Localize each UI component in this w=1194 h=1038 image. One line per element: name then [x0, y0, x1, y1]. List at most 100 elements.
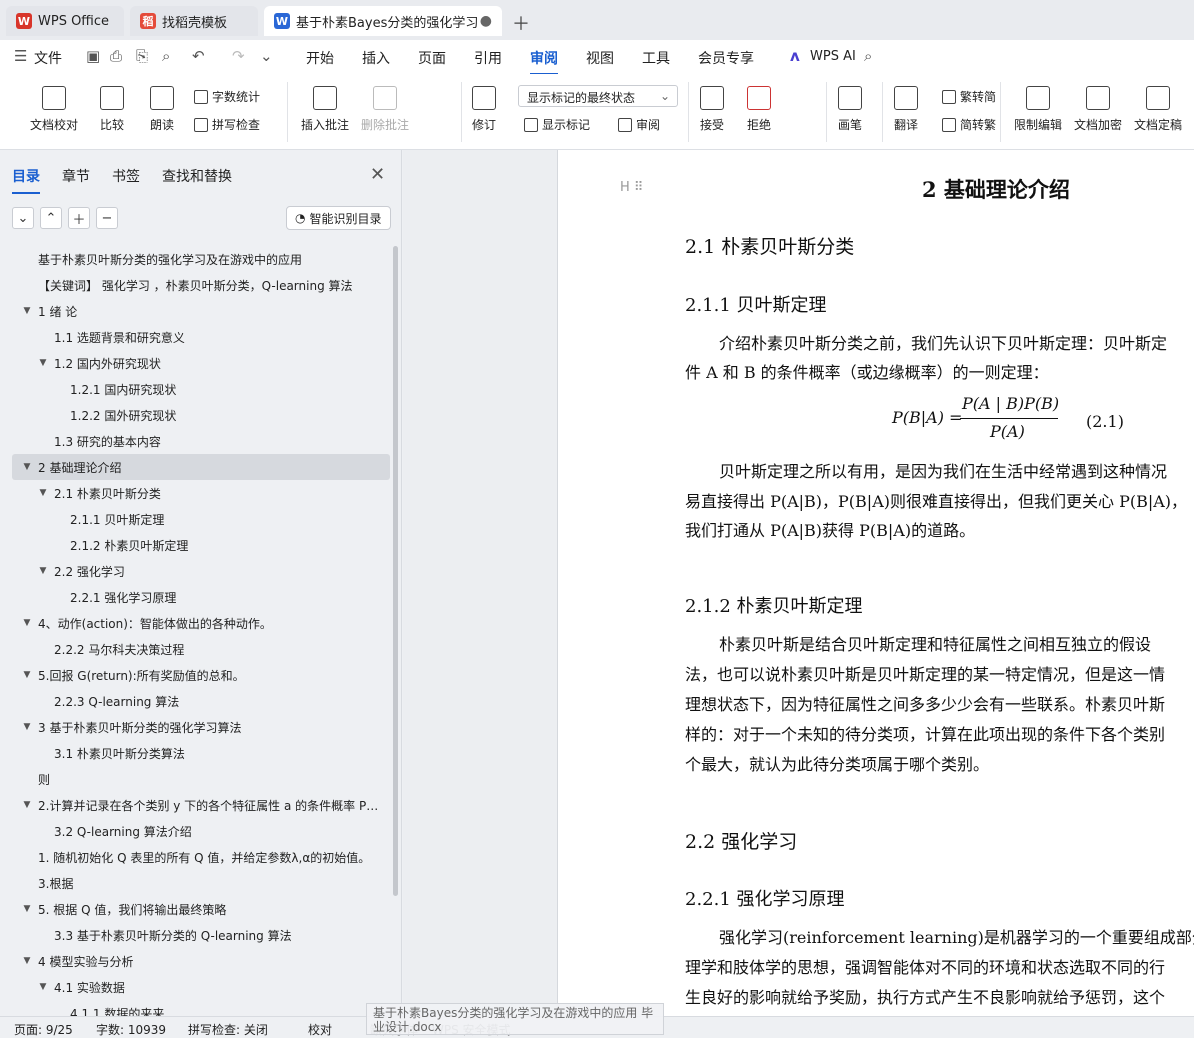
menu-reference[interactable]: 引用 — [474, 48, 502, 68]
toc-item[interactable]: 1. 随机初始化 Q 表里的所有 Q 值，并给定参数λ,α的初始值。 — [12, 844, 390, 870]
toc-item[interactable]: ▼ 4 模型实验与分析 — [12, 948, 390, 974]
tab-docer-templates[interactable]: 稻 找稻壳模板 — [130, 6, 258, 36]
restrict-edit-button[interactable]: 限制编辑 — [1014, 86, 1062, 133]
toc-item[interactable]: 2.2.3 Q-learning 算法 — [12, 688, 390, 714]
track-changes-button[interactable]: 修订 — [472, 86, 496, 133]
expand-triangle-icon[interactable]: ▼ — [36, 982, 50, 992]
proof-status[interactable]: 校对 — [308, 1021, 332, 1038]
toc-item[interactable]: 2.2.2 马尔科夫决策过程 — [12, 636, 390, 662]
expand-triangle-icon[interactable]: ▼ — [20, 618, 34, 628]
toc-item[interactable]: 3.根据 — [12, 870, 390, 896]
markup-state-dropdown[interactable]: 显示标记的最终状态 ⌄ — [518, 85, 678, 107]
toc-item[interactable]: ▼ 4、动作(action)：智能体做出的各种动作。 — [12, 610, 390, 636]
menu-file[interactable]: 文件 — [34, 48, 62, 68]
trad-to-simp-button[interactable]: 繁转简 — [942, 88, 996, 105]
toc-item[interactable]: ▼ 2.计算并记录在各个类别 y 下的各个特征属性 a 的条件概率 P… — [12, 792, 390, 818]
remove-heading-icon[interactable]: − — [96, 207, 118, 229]
save-icon[interactable]: ▣ — [86, 47, 100, 65]
encrypt-button[interactable]: 文档加密 — [1074, 86, 1122, 133]
expand-triangle-icon[interactable]: ▼ — [36, 566, 50, 576]
toc-item[interactable]: 【关键词】 强化学习 ，朴素贝叶斯分类，Q-learning 算法 — [12, 272, 390, 298]
delete-comment-button[interactable]: 删除批注 — [361, 86, 409, 133]
toc-item[interactable]: 则 — [12, 766, 390, 792]
toc-item[interactable]: 3.3 基于朴素贝叶斯分类的 Q-learning 算法 — [12, 922, 390, 948]
tab-current-document[interactable]: W 基于朴素Bayes分类的强化学习 ● — [264, 6, 502, 36]
review-pane-button[interactable]: 审阅 — [618, 116, 660, 133]
menu-review[interactable]: 审阅 — [530, 48, 558, 75]
toc-item[interactable]: 2.1.1 贝叶斯定理 — [12, 506, 390, 532]
undo-icon[interactable]: ↶ — [192, 47, 205, 65]
spell-check-status[interactable]: 拼写检查: 关闭 — [188, 1021, 268, 1038]
menu-tools[interactable]: 工具 — [642, 48, 670, 68]
toc-item[interactable]: ▼ 1 绪 论 — [12, 298, 390, 324]
tab-wps-office[interactable]: W WPS Office — [6, 6, 124, 36]
nav-tab-bookmarks[interactable]: 书签 — [112, 166, 140, 194]
toc-item[interactable]: ▼ 5. 根据 Q 值，我们将输出最终策略 — [12, 896, 390, 922]
compare-button[interactable]: 比较 — [100, 86, 124, 133]
expand-triangle-icon[interactable]: ▼ — [20, 462, 34, 472]
search-doc-icon[interactable]: ⌕ — [162, 47, 170, 65]
smart-toc-button[interactable]: ◔ 智能识别目录 — [286, 206, 391, 230]
toc-item[interactable]: ▼ 3 基于朴素贝叶斯分类的强化学习算法 — [12, 714, 390, 740]
expand-triangle-icon[interactable]: ▼ — [20, 670, 34, 680]
toc-item[interactable]: ▼ 1.2 国内外研究现状 — [12, 350, 390, 376]
expand-down-icon[interactable]: ⌄ — [12, 207, 34, 229]
toc-item[interactable]: 1.3 研究的基本内容 — [12, 428, 390, 454]
show-markup-button[interactable]: 显示标记 — [524, 116, 590, 133]
tab-close-dot-icon[interactable]: ● — [480, 13, 492, 29]
add-heading-icon[interactable]: ＋ — [68, 207, 90, 229]
reject-button[interactable]: 拒绝 — [747, 86, 771, 133]
toc-item[interactable]: 2.1.2 朴素贝叶斯定理 — [12, 532, 390, 558]
menu-member[interactable]: 会员专享 — [698, 48, 754, 68]
page-indicator[interactable]: 页面: 9/25 — [14, 1021, 73, 1038]
hamburger-menu-icon[interactable]: ☰ — [14, 47, 27, 65]
menu-page[interactable]: 页面 — [418, 48, 446, 68]
toc-item[interactable]: 1.1 选题背景和研究意义 — [12, 324, 390, 350]
spell-check-button[interactable]: 拼写检查 — [194, 116, 260, 133]
expand-triangle-icon[interactable]: ▼ — [36, 488, 50, 498]
nav-tab-toc[interactable]: 目录 — [12, 166, 40, 194]
toc-item[interactable]: 3.2 Q-learning 算法介绍 — [12, 818, 390, 844]
toc-item[interactable]: ▼ 2.2 强化学习 — [12, 558, 390, 584]
print-preview-icon[interactable]: ⎘ — [136, 47, 148, 65]
toc-item[interactable]: ▼ 5.回报 G(return):所有奖励值的总和。 — [12, 662, 390, 688]
expand-triangle-icon[interactable]: ▼ — [20, 722, 34, 732]
menu-wps-ai[interactable]: WPS AI — [810, 49, 856, 64]
search-icon[interactable]: ⌕ — [864, 47, 872, 65]
word-count-button[interactable]: 字数统计 — [194, 88, 260, 105]
expand-triangle-icon[interactable]: ▼ — [20, 306, 34, 316]
toc-item[interactable]: 2.2.1 强化学习原理 — [12, 584, 390, 610]
document-page[interactable]: H ⠿ 2 基础理论介绍 2.1 朴素贝叶斯分类 2.1.1 贝叶斯定理 介绍朴… — [557, 150, 1194, 1016]
toc-item[interactable]: 1.2.2 国外研究现状 — [12, 402, 390, 428]
toc-item[interactable]: 3.1 朴素贝叶斯分类算法 — [12, 740, 390, 766]
insert-comment-button[interactable]: 插入批注 — [301, 86, 349, 133]
finalize-button[interactable]: 文档定稿 — [1134, 86, 1182, 133]
menu-home[interactable]: 开始 — [306, 48, 334, 68]
read-aloud-button[interactable]: 朗读 — [150, 86, 174, 133]
toc-item[interactable]: ▼ 2 基础理论介绍 — [12, 454, 390, 480]
translate-button[interactable]: 翻译 — [894, 86, 918, 133]
toc-scrollbar[interactable] — [393, 246, 398, 896]
collapse-up-icon[interactable]: ⌃ — [40, 207, 62, 229]
nav-tab-find-replace[interactable]: 查找和替换 — [162, 166, 232, 194]
heading-marker-icon[interactable]: H ⠿ — [620, 180, 643, 195]
menu-view[interactable]: 视图 — [586, 48, 614, 68]
expand-triangle-icon[interactable]: ▼ — [20, 800, 34, 810]
toc-item[interactable]: 4.1.1 数据的来来 — [12, 1000, 390, 1017]
word-count-status[interactable]: 字数: 10939 — [96, 1021, 166, 1038]
close-icon[interactable]: ✕ — [370, 164, 385, 185]
more-chevron-icon[interactable]: ⌄ — [260, 47, 273, 65]
simp-to-trad-button[interactable]: 简转繁 — [942, 116, 996, 133]
nav-tab-sections[interactable]: 章节 — [62, 166, 90, 194]
accept-button[interactable]: 接受 — [700, 86, 724, 133]
redo-icon[interactable]: ↷ — [232, 47, 245, 65]
menu-insert[interactable]: 插入 — [362, 48, 390, 68]
ink-button[interactable]: 画笔 — [838, 86, 862, 133]
toc-item[interactable]: 基于朴素贝叶斯分类的强化学习及在游戏中的应用 — [12, 246, 390, 272]
toc-item[interactable]: ▼ 4.1 实验数据 — [12, 974, 390, 1000]
toc-item[interactable]: 1.2.1 国内研究现状 — [12, 376, 390, 402]
toc-item[interactable]: ▼ 2.1 朴素贝叶斯分类 — [12, 480, 390, 506]
new-tab-icon[interactable]: ＋ — [512, 10, 530, 36]
expand-triangle-icon[interactable]: ▼ — [20, 904, 34, 914]
expand-triangle-icon[interactable]: ▼ — [20, 956, 34, 966]
